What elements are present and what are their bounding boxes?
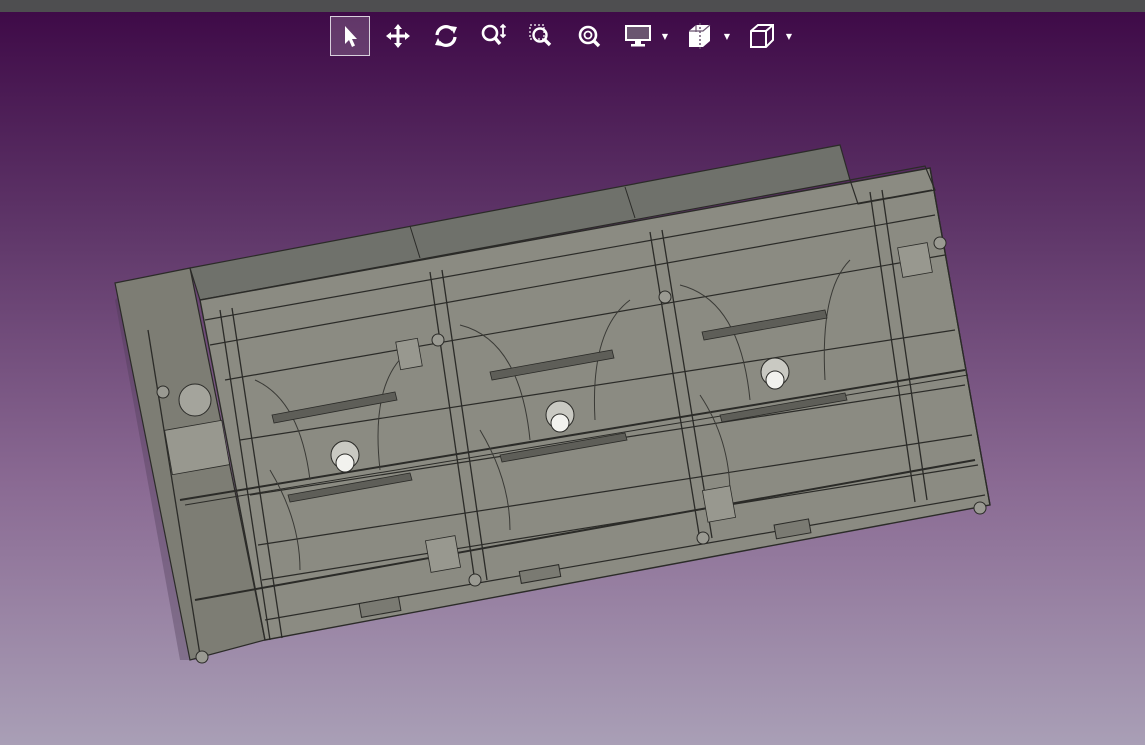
- cad-model[interactable]: [0, 0, 1145, 745]
- model-front-face: [199, 167, 991, 641]
- 3d-viewport[interactable]: ▼ ▼ ▼: [0, 0, 1145, 745]
